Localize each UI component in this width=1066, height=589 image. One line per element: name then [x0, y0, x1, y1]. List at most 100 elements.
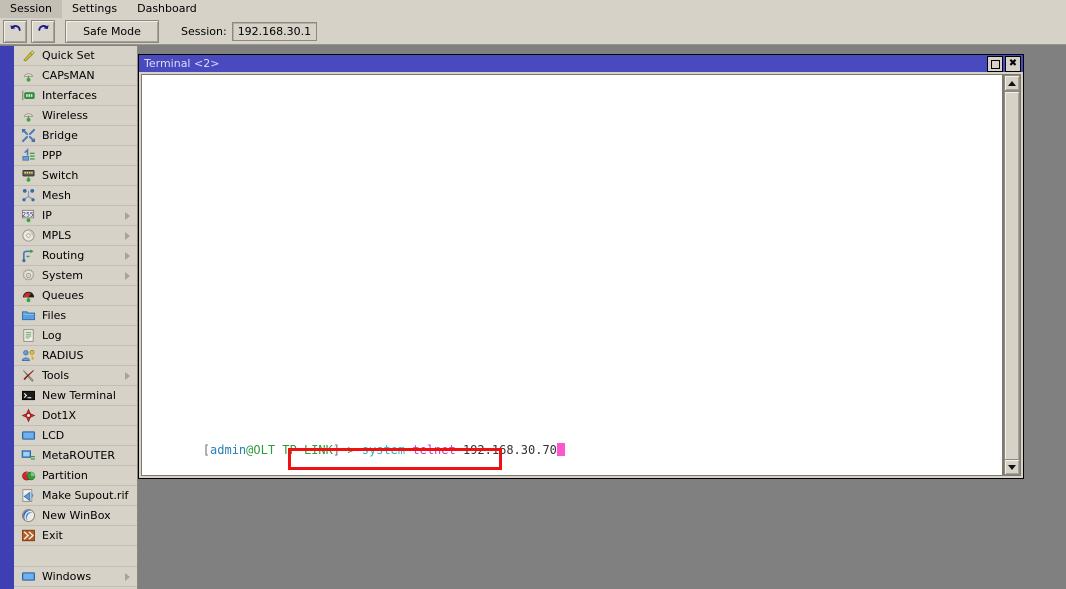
sidebar-item-routing[interactable]: Routing [14, 246, 137, 266]
session-label: Session: [181, 24, 227, 38]
menu-item-dashboard[interactable]: Dashboard [127, 0, 207, 18]
sidebar-item-label: PPP [42, 148, 62, 162]
terminal-output-area[interactable]: [admin@OLT TP-LINK] > system telnet 192.… [141, 74, 1003, 476]
chevron-right-icon [125, 252, 130, 260]
mesh-icon [20, 188, 36, 204]
scroll-down-arrow-icon [1008, 464, 1016, 470]
chevron-right-icon [125, 212, 130, 220]
sidebar-item-label: Dot1X [42, 408, 77, 422]
sidebar-item-label: Files [42, 308, 67, 322]
tools-icon [20, 368, 36, 384]
sidebar-item-label: Exit [42, 528, 63, 542]
sidebar-item-bridge[interactable]: Bridge [14, 126, 137, 146]
exit-icon [20, 528, 36, 544]
partition-icon [20, 468, 36, 484]
sidebar-item-capsman[interactable]: CAPsMAN [14, 66, 137, 86]
sidebar-item-label: Mesh [42, 188, 71, 202]
scroll-down-button[interactable] [1004, 459, 1020, 475]
chevron-right-icon [125, 372, 130, 380]
sidebar-item-label: Windows [42, 569, 92, 583]
terminal-title-bar[interactable]: Terminal <2> ✖ [139, 55, 1023, 72]
sidebar-item-new-terminal[interactable]: New Terminal [14, 386, 137, 406]
sidebar-item-windows[interactable]: Windows [14, 567, 137, 587]
sidebar-item-files[interactable]: Files [14, 306, 137, 326]
sidebar-item-new-winbox[interactable]: New WinBox [14, 506, 137, 526]
restore-window-button[interactable] [987, 56, 1003, 72]
sidebar-item-label: Interfaces [42, 88, 97, 102]
scrollbar-thumb[interactable] [1004, 91, 1020, 461]
sidebar-item-metarouter[interactable]: MetaROUTER [14, 446, 137, 466]
toolbar: Safe Mode Session: 192.168.30.1 [0, 18, 1066, 45]
sidebar-item-label: Partition [42, 468, 88, 482]
sidebar-menu: Quick Set CAPsMAN Interfaces Wireless Br… [14, 46, 138, 589]
sidebar-item-system[interactable]: System [14, 266, 137, 286]
prompt-caret: > [347, 443, 355, 457]
sidebar-item-radius[interactable]: RADIUS [14, 346, 137, 366]
ip-255-icon: 255 [20, 208, 36, 224]
log-icon [20, 328, 36, 344]
sidebar-item-label: Make Supout.rif [42, 488, 129, 502]
sidebar-item-label: Quick Set [42, 48, 95, 62]
window-controls: ✖ [987, 56, 1021, 72]
sidebar-item-mesh[interactable]: Mesh [14, 186, 137, 206]
sidebar-item-label: Switch [42, 168, 79, 182]
sidebar-item-ppp[interactable]: PPP [14, 146, 137, 166]
sidebar-item-partition[interactable]: Partition [14, 466, 137, 486]
prompt-close-bracket: ] [332, 443, 348, 457]
supout-icon [20, 488, 36, 504]
sidebar-item-label: Routing [42, 248, 85, 262]
sidebar-item-label: Bridge [42, 128, 78, 142]
sidebar-item-mpls[interactable]: MPLS [14, 226, 137, 246]
sidebar-item-interfaces[interactable]: Interfaces [14, 86, 137, 106]
sidebar-item-log[interactable]: Log [14, 326, 137, 346]
ppp-icon [20, 148, 36, 164]
restore-window-icon [990, 59, 1000, 69]
winbox-application-window: Session Settings Dashboard Safe Mode Ses… [0, 0, 1066, 589]
session-address-field[interactable]: 192.168.30.1 [231, 21, 318, 41]
folder-icon [20, 308, 36, 324]
sidebar-item-queues[interactable]: Queues [14, 286, 137, 306]
sidebar-item-lcd[interactable]: LCD [14, 426, 137, 446]
terminal-vertical-scrollbar[interactable] [1003, 74, 1021, 476]
lcd-icon [20, 428, 36, 444]
radius-key-icon [20, 348, 36, 364]
menu-item-session[interactable]: Session [0, 0, 62, 18]
dot1x-icon [20, 408, 36, 424]
metarouter-icon [20, 448, 36, 464]
window-icon [20, 569, 36, 585]
redo-arrow-icon [36, 22, 51, 40]
sidebar-item-wireless[interactable]: Wireless [14, 106, 137, 126]
prompt-open-bracket: [ [202, 443, 211, 457]
close-window-icon: ✖ [1008, 58, 1018, 69]
undo-button[interactable] [3, 19, 27, 43]
scroll-up-button[interactable] [1004, 75, 1020, 91]
sidebar-item-exit[interactable]: Exit [14, 526, 137, 546]
chevron-right-icon [125, 232, 130, 240]
prompt-hostname: @OLT TP-LINK [246, 443, 333, 457]
sidebar-item-label: MetaROUTER [42, 448, 115, 462]
sidebar-item-dot1x[interactable]: Dot1X [14, 406, 137, 426]
command-argument-ip: 192.168.30.70 [462, 443, 557, 457]
winbox-icon [20, 508, 36, 524]
undo-arrow-icon [8, 22, 23, 40]
sidebar-item-quick-set[interactable]: Quick Set [14, 46, 137, 66]
safe-mode-button[interactable]: Safe Mode [65, 19, 159, 43]
sidebar-item-make-supout[interactable]: Make Supout.rif [14, 486, 137, 506]
sidebar-item-switch[interactable]: Switch [14, 166, 137, 186]
routing-icon [20, 248, 36, 264]
close-window-button[interactable]: ✖ [1005, 56, 1021, 72]
sidebar-item-ip[interactable]: 255 IP [14, 206, 137, 226]
scroll-up-arrow-icon [1008, 80, 1016, 86]
interfaces-icon [20, 88, 36, 104]
chevron-right-icon [125, 573, 130, 581]
mpls-icon [20, 228, 36, 244]
sidebar-item-label: MPLS [42, 228, 72, 242]
terminal-icon [20, 388, 36, 404]
menu-item-settings[interactable]: Settings [62, 0, 127, 18]
sidebar-item-label: IP [42, 208, 52, 222]
sidebar-item-tools[interactable]: Tools [14, 366, 137, 386]
scrollbar-track[interactable] [1004, 91, 1020, 461]
redo-button[interactable] [31, 19, 55, 43]
antenna-icon [20, 108, 36, 124]
